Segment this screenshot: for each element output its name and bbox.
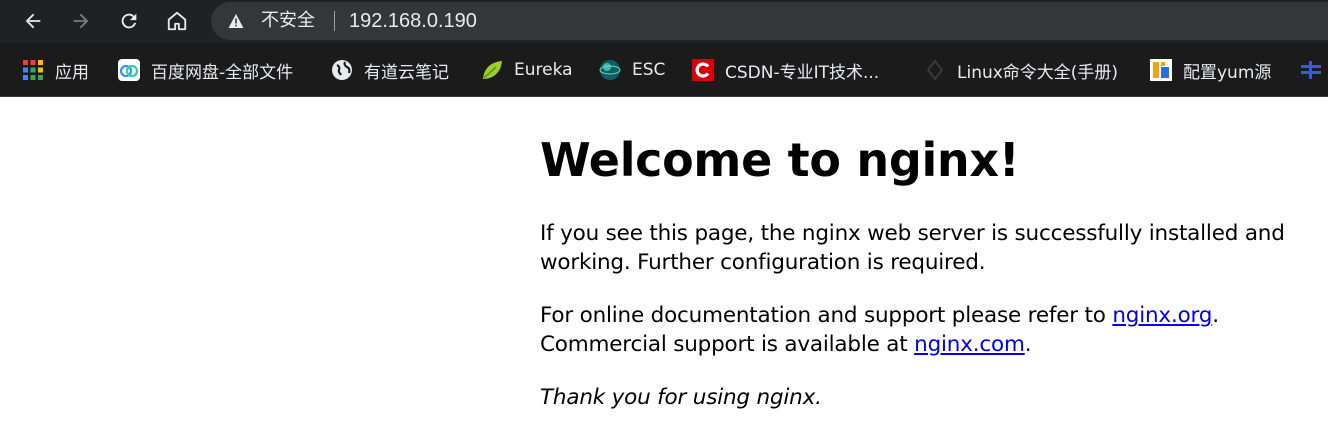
bookmark-youdao[interactable]: 有道云笔记	[331, 58, 449, 83]
bookmark-partial-icon	[1301, 61, 1321, 79]
bookmark-yum-source[interactable]: 配置yum源	[1150, 58, 1272, 83]
browser-toolbar: 不安全 192.168.0.190	[0, 0, 1328, 43]
home-button[interactable]	[162, 6, 192, 36]
arrow-right-icon	[73, 13, 89, 29]
bookmark-apps[interactable]: 应用	[22, 58, 89, 83]
bookmark-baidu-netdisk[interactable]: 百度网盘-全部文件	[118, 58, 294, 83]
yum-icon	[1150, 59, 1172, 81]
bookmark-eureka[interactable]: Eureka	[481, 58, 573, 82]
thanks-paragraph: Thank you for using nginx.	[540, 385, 822, 410]
address-bar[interactable]: 不安全 192.168.0.190	[211, 2, 1328, 40]
docs-period: .	[1212, 303, 1219, 328]
page-title: Welcome to nginx!	[540, 133, 1020, 187]
bookmark-overflow[interactable]	[1300, 58, 1328, 82]
bookmark-label: CSDN-专业IT技术...	[725, 62, 880, 83]
bookmark-linux-commands[interactable]: Linux命令大全(手册)	[924, 58, 1119, 83]
bookmark-esc[interactable]: ESC	[599, 58, 665, 82]
eureka-leaf-icon	[483, 61, 502, 79]
bookmark-label: ESC	[632, 60, 666, 80]
nginx-com-link[interactable]: nginx.com	[914, 332, 1025, 357]
intro-paragraph: If you see this page, the nginx web serv…	[540, 221, 1285, 275]
docs-paragraph: For online documentation and support ple…	[540, 301, 1320, 359]
home-icon	[167, 11, 187, 31]
bookmark-label: 百度网盘-全部文件	[151, 62, 294, 83]
bookmark-label: Linux命令大全(手册)	[957, 62, 1119, 83]
nginx-org-link[interactable]: nginx.org	[1112, 303, 1212, 328]
page-content: Welcome to nginx! If you see this page, …	[540, 97, 1320, 410]
reload-button[interactable]	[114, 6, 144, 36]
baidu-netdisk-icon	[118, 59, 140, 81]
globe-icon	[332, 60, 352, 80]
commercial-period: .	[1024, 332, 1032, 357]
bookmark-label: Eureka	[514, 60, 573, 80]
apps-grid-icon	[23, 60, 43, 80]
bookmark-label: 配置yum源	[1183, 62, 1272, 83]
omnibox-divider	[334, 11, 335, 31]
commercial-text: Commercial support is available at	[540, 332, 915, 357]
csdn-icon	[692, 59, 714, 81]
bookmark-label: 有道云笔记	[364, 62, 449, 83]
linux-icon	[926, 59, 944, 81]
docs-text: For online documentation and support ple…	[540, 303, 1113, 328]
reload-icon	[121, 13, 137, 29]
bookmark-label: 应用	[55, 62, 89, 83]
forward-button[interactable]	[66, 6, 96, 36]
warning-icon	[228, 14, 244, 28]
arrow-left-icon	[25, 13, 41, 29]
back-button[interactable]	[18, 6, 48, 36]
security-status[interactable]: 不安全	[261, 9, 315, 33]
bookmark-csdn[interactable]: CSDN-专业IT技术...	[692, 58, 880, 83]
esc-globe-icon	[599, 60, 621, 80]
bookmarks-bar: 应用 百度网盘-全部文件 有道云笔记 Eureka ESC CSDN-专业IT技…	[0, 43, 1328, 97]
url-text[interactable]: 192.168.0.190	[349, 9, 477, 33]
